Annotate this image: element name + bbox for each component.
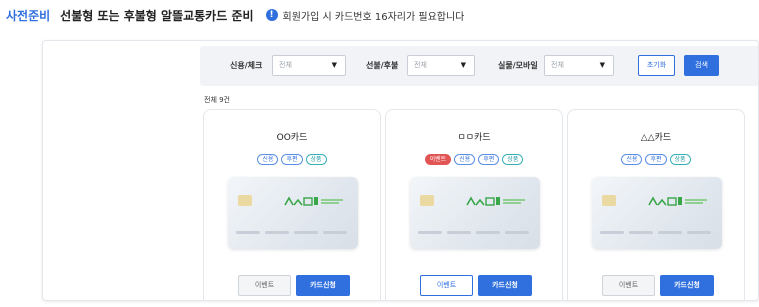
chevron-down-icon: ▼ (331, 61, 337, 69)
card-stripe (418, 231, 442, 234)
reset-button[interactable]: 초기화 (638, 55, 675, 76)
physical-mobile-value: 전체 (551, 61, 564, 69)
event-button[interactable]: 이벤트 (602, 275, 655, 296)
card-stripe (323, 231, 347, 234)
card-stripe (505, 231, 529, 234)
card-stripe (265, 231, 289, 234)
card-logo-icon (648, 196, 707, 206)
card-stripe (600, 231, 624, 234)
tag-product: 상품 (305, 154, 327, 165)
card-apply-button[interactable]: 카드신청 (660, 275, 714, 296)
tag-list: 이벤트 신용 후편 상품 (386, 154, 562, 165)
card-stripe (658, 231, 682, 234)
card-image (410, 177, 540, 249)
prep-label: 사전준비 (6, 8, 51, 23)
prepaid-postpaid-label: 선불/후불 (366, 61, 399, 70)
tag-product: 상품 (669, 154, 691, 165)
tag-product: 상품 (502, 154, 524, 165)
physical-mobile-select[interactable]: 전체 ▼ (544, 55, 614, 76)
prep-title: 선불형 또는 후불형 알뜰교통카드 준비 (60, 8, 254, 23)
card-image (228, 177, 358, 249)
card-list-panel: 신용/체크 전체 ▼ 선불/후불 전체 ▼ 실물/모바일 전체 ▼ 초기화 검색… (42, 40, 759, 301)
credit-check-label: 신용/체크 (230, 61, 263, 70)
chevron-down-icon: ▼ (599, 61, 605, 69)
card-name: △△카드 (640, 133, 672, 143)
card-apply-button[interactable]: 카드신청 (478, 275, 532, 296)
tag-credit: 신용 (621, 154, 643, 165)
card-stripe (447, 231, 471, 234)
tag-credit: 신용 (257, 154, 279, 165)
info-icon: ! (265, 9, 278, 21)
card-item: OO카드 신용 후편 상품 이벤트 카드신청 (203, 109, 381, 300)
card-item: △△카드 신용 후편 상품 이벤트 카드신청 (567, 109, 745, 300)
card-chip-icon (602, 195, 616, 206)
filter-bar: 신용/체크 전체 ▼ 선불/후불 전체 ▼ 실물/모바일 전체 ▼ 초기화 검색 (200, 46, 758, 86)
prepaid-postpaid-select[interactable]: 전체 ▼ (407, 55, 475, 76)
notice-text: 회원가입 시 카드번호 16자리가 필요합니다 (282, 11, 465, 23)
card-stripe (629, 231, 653, 234)
total-count: 전체 9건 (204, 96, 230, 104)
tag-list: 신용 후편 상품 (568, 154, 744, 165)
card-chip-icon (238, 195, 252, 206)
card-stripe (236, 231, 260, 234)
card-chip-icon (420, 195, 434, 206)
card-stripe (294, 231, 318, 234)
card-logo-icon (466, 196, 525, 206)
prepaid-postpaid-value: 전체 (414, 61, 427, 69)
card-name: OO카드 (276, 133, 308, 143)
chevron-down-icon: ▼ (460, 61, 466, 69)
card-stripe (687, 231, 711, 234)
tag-credit: 신용 (454, 154, 476, 165)
tag-postpay: 후편 (645, 154, 667, 165)
event-button[interactable]: 이벤트 (420, 275, 473, 296)
tag-postpay: 후편 (478, 154, 500, 165)
card-name: ㅁㅁ카드 (457, 133, 491, 143)
tag-postpay: 후편 (281, 154, 303, 165)
tag-list: 신용 후편 상품 (204, 154, 380, 165)
tag-event: 이벤트 (424, 154, 452, 165)
search-button[interactable]: 검색 (684, 55, 719, 76)
card-image (592, 177, 722, 249)
card-stripe (476, 231, 500, 234)
credit-check-value: 전체 (279, 61, 292, 69)
top-bar: 사전준비 선불형 또는 후불형 알뜰교통카드 준비 ! 회원가입 시 카드번호 … (0, 0, 759, 30)
card-item: ㅁㅁ카드 이벤트 신용 후편 상품 이벤트 카드신청 (385, 109, 563, 300)
card-apply-button[interactable]: 카드신청 (296, 275, 350, 296)
card-logo-icon (284, 196, 343, 206)
event-button[interactable]: 이벤트 (238, 275, 291, 296)
credit-check-select[interactable]: 전체 ▼ (272, 55, 346, 76)
physical-mobile-label: 실물/모바일 (498, 61, 538, 70)
